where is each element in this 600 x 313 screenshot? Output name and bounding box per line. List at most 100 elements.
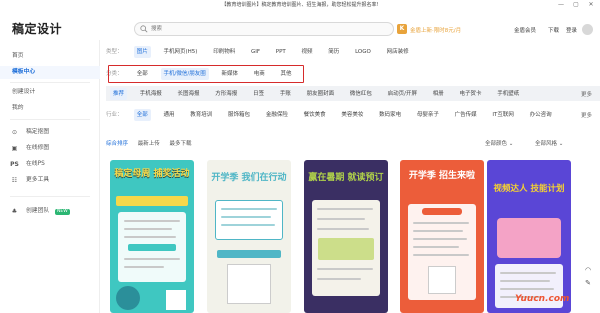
- window-title: 【教育培训图片】稿定教育培训图片、招生海报，助您轻松提升报名率!: [221, 2, 379, 8]
- sidebar-item-create-team[interactable]: ♣ 创建团队 NEW: [0, 205, 100, 218]
- sidebar-divider: [10, 196, 90, 197]
- template-card[interactable]: 赢在暑期 就读预订: [304, 160, 388, 313]
- subcategory-option[interactable]: 相册: [430, 88, 447, 100]
- text-line: [500, 272, 556, 274]
- text-line: [413, 254, 469, 256]
- template-card[interactable]: 视频达人 技能计划: [487, 160, 571, 313]
- text-line: [124, 220, 180, 222]
- search-box[interactable]: [134, 22, 394, 36]
- industry-option[interactable]: 金融保险: [263, 109, 291, 121]
- color-filter-dropdown[interactable]: 全部颜色 ⌄: [485, 139, 513, 147]
- text-line: [124, 228, 172, 230]
- card-button: [422, 208, 462, 215]
- card-image: [318, 238, 374, 260]
- template-card[interactable]: 开学季 我们在行动: [207, 160, 291, 313]
- sidebar-item-cutout[interactable]: ⊙ 稿定抠图: [0, 126, 100, 139]
- industry-option[interactable]: 办公咨询: [527, 109, 555, 121]
- minimize-button[interactable]: —: [555, 0, 567, 9]
- industry-more-button[interactable]: 更多: [581, 111, 592, 119]
- sidebar-item-home[interactable]: 首页: [0, 50, 100, 63]
- watermark: Yuucn.com: [515, 294, 570, 304]
- text-line: [500, 280, 550, 282]
- qr-code-image: [166, 290, 186, 310]
- template-card[interactable]: 稿定母周 捕奖活动: [110, 160, 194, 313]
- filter-row-subcategory: 推荐 手机海报 长图海报 方形海报 日签 手账 朋友圈封面 微信红包 启动页/开…: [110, 88, 530, 100]
- text-line: [124, 258, 180, 260]
- type-option[interactable]: PPT: [273, 46, 289, 58]
- filter-label-industry: 行业：: [106, 112, 123, 118]
- subcategory-option[interactable]: 手账: [277, 88, 294, 100]
- sort-option[interactable]: 最新上传: [138, 139, 160, 147]
- subcategory-more-button[interactable]: 更多: [581, 90, 592, 98]
- type-option[interactable]: GIF: [248, 46, 263, 58]
- sidebar-item-label: 在线PS: [26, 161, 45, 167]
- search-icon: [140, 25, 148, 33]
- qr-code-image: [428, 266, 456, 294]
- card-panel: [118, 212, 186, 282]
- logo[interactable]: 稿定设计: [12, 20, 62, 37]
- type-option[interactable]: LOGO: [352, 46, 374, 58]
- sidebar-item-more-tools[interactable]: ☷ 更多工具: [0, 174, 100, 187]
- sidebar-item-mine[interactable]: 我的: [0, 102, 100, 115]
- industry-option[interactable]: 通用: [161, 109, 178, 121]
- card-panel: [312, 200, 380, 296]
- vip-badge-icon: K: [397, 24, 407, 34]
- search-input[interactable]: [151, 24, 381, 34]
- card-title: 赢在暑期 就读预订: [308, 173, 384, 183]
- type-option[interactable]: 简历: [325, 46, 342, 58]
- card-button: [128, 244, 176, 251]
- text-line: [317, 228, 369, 230]
- sort-option[interactable]: 综合排序: [106, 139, 128, 147]
- template-card[interactable]: 开学季 招生来啦: [400, 160, 484, 313]
- type-option[interactable]: 视频: [299, 46, 316, 58]
- card-title: 开学季 招生来啦: [408, 171, 476, 181]
- subcategory-option[interactable]: 手机壁纸: [494, 88, 522, 100]
- type-option[interactable]: 网店装修: [384, 46, 412, 58]
- type-option[interactable]: 图片: [133, 46, 151, 58]
- sidebar: 首页 模板中心 创建设计 我的 ⊙ 稿定抠图 ▣ 在线修图 PS 在线PS ☷ …: [0, 40, 100, 313]
- industry-option[interactable]: 服饰箱包: [225, 109, 253, 121]
- subcategory-option[interactable]: 微信红包: [347, 88, 375, 100]
- industry-option[interactable]: IT互联网: [489, 109, 516, 121]
- avatar[interactable]: [582, 24, 593, 35]
- industry-option[interactable]: 数码家电: [376, 109, 404, 121]
- subcategory-option[interactable]: 朋友圈封面: [304, 88, 338, 100]
- type-option[interactable]: 手机网页(H5): [161, 46, 201, 58]
- headset-icon[interactable]: ◠: [583, 265, 593, 275]
- vip-promo-link[interactable]: 金盾上新·限时8元/月: [410, 26, 461, 34]
- sidebar-item-online-ps[interactable]: PS 在线PS: [0, 158, 100, 171]
- card-banner: [116, 196, 188, 206]
- member-link[interactable]: 金盾会员: [514, 26, 536, 34]
- text-line: [500, 288, 554, 290]
- feedback-icon[interactable]: ✎: [583, 278, 593, 288]
- ps-icon: PS: [10, 161, 19, 168]
- close-button[interactable]: ✕: [585, 0, 597, 9]
- text-line: [221, 224, 275, 226]
- text-line: [317, 218, 365, 220]
- sidebar-item-label: 在线修图: [26, 145, 50, 151]
- industry-option[interactable]: 母婴亲子: [414, 109, 442, 121]
- download-link[interactable]: 下载: [548, 26, 559, 34]
- sidebar-item-template-center[interactable]: 模板中心: [0, 66, 100, 79]
- subcategory-option[interactable]: 启动页/开屏: [385, 88, 420, 100]
- sort-option[interactable]: 最多下载: [170, 139, 192, 147]
- style-filter-dropdown[interactable]: 全部风格 ⌄: [535, 139, 563, 147]
- subcategory-option[interactable]: 方形海报: [212, 88, 240, 100]
- industry-option[interactable]: 广告传媒: [452, 109, 480, 121]
- sidebar-item-photo-edit[interactable]: ▣ 在线修图: [0, 142, 100, 155]
- type-option[interactable]: 印刷物料: [210, 46, 238, 58]
- industry-option[interactable]: 教育培训: [187, 109, 215, 121]
- subcategory-option[interactable]: 长图海报: [175, 88, 203, 100]
- login-link[interactable]: 登录: [566, 26, 577, 34]
- industry-option[interactable]: 餐饮美食: [301, 109, 329, 121]
- card-illustration: [497, 218, 561, 258]
- subcategory-option[interactable]: 电子贺卡: [457, 88, 485, 100]
- maximize-button[interactable]: ▢: [570, 0, 582, 9]
- subcategory-option[interactable]: 日签: [250, 88, 267, 100]
- sidebar-item-create-design[interactable]: 创建设计: [0, 86, 100, 99]
- industry-option[interactable]: 全部: [133, 109, 151, 121]
- subcategory-option[interactable]: 推荐: [110, 88, 128, 100]
- subcategory-option[interactable]: 手机海报: [137, 88, 165, 100]
- text-line: [413, 238, 467, 240]
- industry-option[interactable]: 美容美妆: [338, 109, 366, 121]
